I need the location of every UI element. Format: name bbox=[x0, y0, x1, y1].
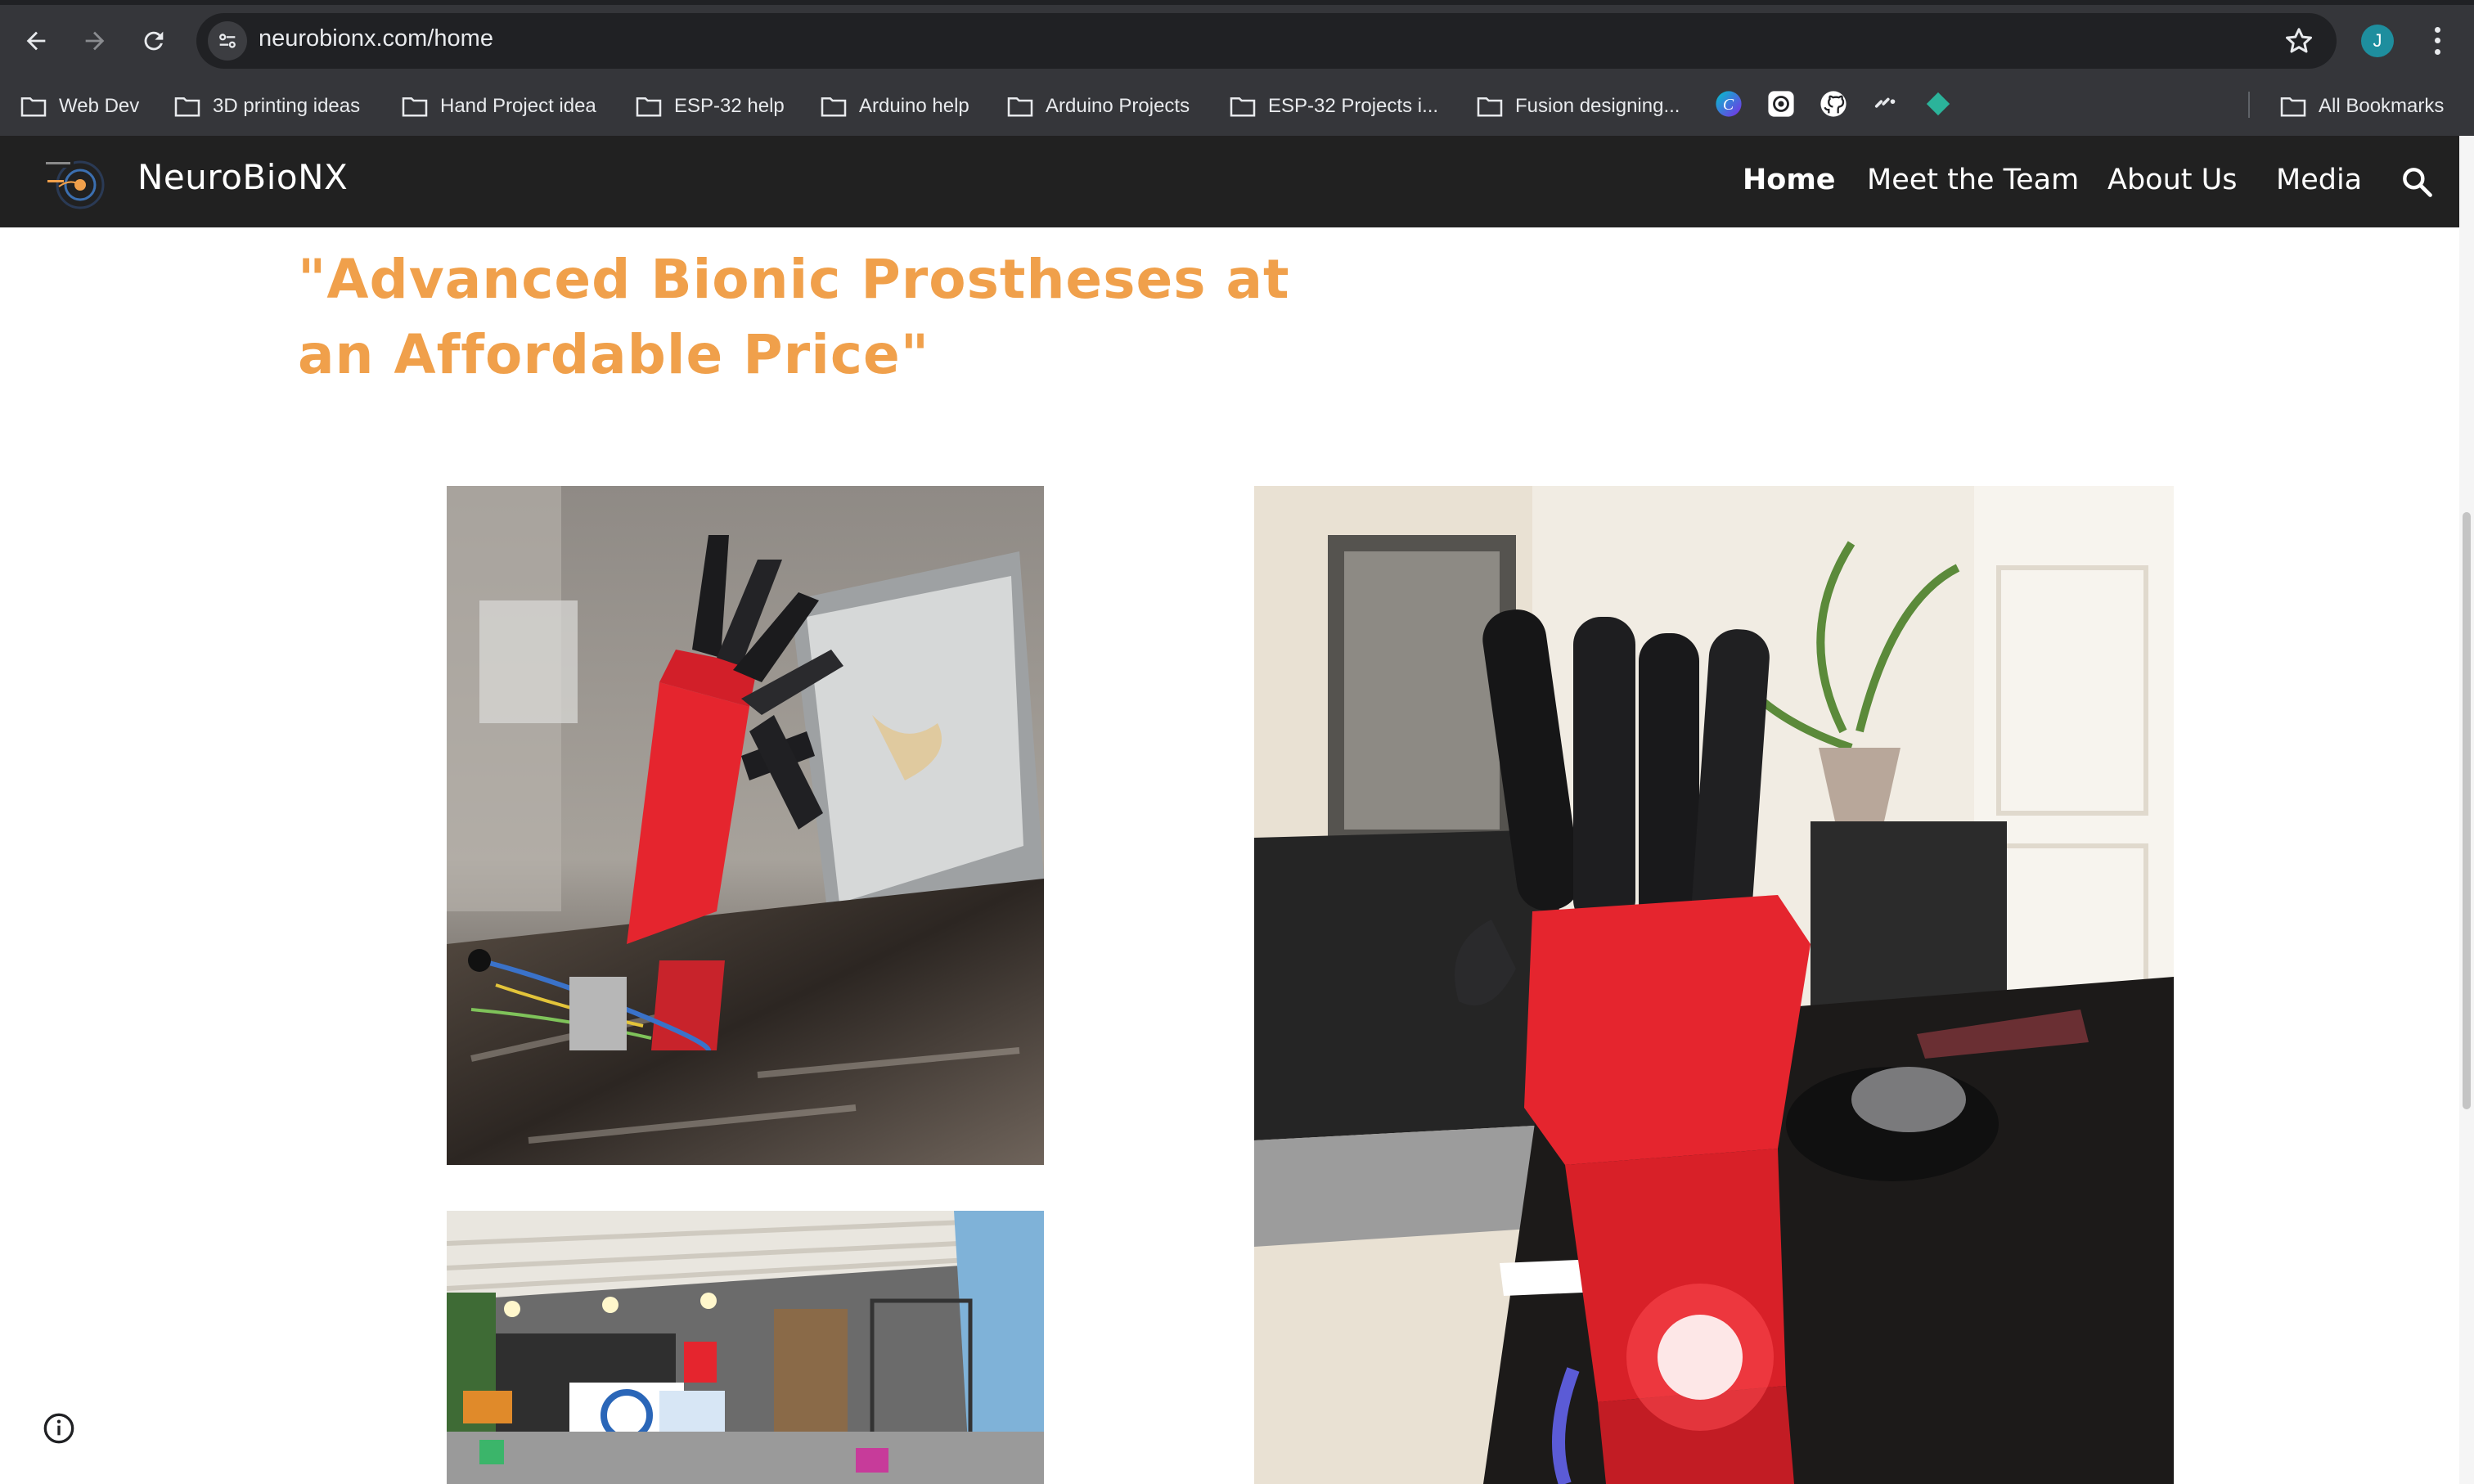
bookmark-folder[interactable]: Web Dev bbox=[20, 92, 139, 121]
reload-button[interactable] bbox=[131, 18, 177, 64]
tune-icon bbox=[219, 34, 236, 48]
prosthetic-hand-photo-workbench bbox=[447, 486, 1044, 1165]
nav-about-us[interactable]: About Us bbox=[2107, 164, 2237, 196]
bookmark-folder[interactable]: 3D printing ideas bbox=[173, 92, 360, 121]
bookmark-folder[interactable]: ESP-32 help bbox=[635, 92, 785, 121]
nav-home[interactable]: Home bbox=[1743, 164, 1836, 196]
kebab-menu-icon[interactable] bbox=[2425, 25, 2449, 57]
star-icon[interactable] bbox=[2283, 25, 2315, 57]
site-header: NeuroBioNX Home Meet the Team About Us M… bbox=[0, 136, 2459, 227]
profile-avatar[interactable]: J bbox=[2361, 25, 2394, 57]
all-bookmarks-folder[interactable]: All Bookmarks bbox=[2279, 92, 2444, 121]
bookmark-folder[interactable]: Fusion designing... bbox=[1476, 92, 1680, 121]
folder-icon bbox=[174, 97, 200, 117]
neurobionx-logo[interactable] bbox=[43, 154, 111, 211]
reload-icon bbox=[144, 31, 164, 51]
back-arrow-icon bbox=[26, 31, 46, 51]
bookmark-folder[interactable]: Arduino Projects bbox=[1006, 92, 1190, 121]
folder-icon bbox=[1477, 97, 1503, 117]
github-icon[interactable] bbox=[1820, 90, 1847, 118]
bookmark-folder[interactable]: ESP-32 Projects i... bbox=[1229, 92, 1438, 121]
diamond-icon[interactable] bbox=[1924, 90, 1952, 118]
scrollbar-thumb[interactable] bbox=[2463, 512, 2471, 1109]
bookmark-folder[interactable]: Hand Project idea bbox=[401, 92, 596, 121]
workshop-photo bbox=[447, 1211, 1044, 1484]
site-info-button[interactable] bbox=[208, 21, 247, 61]
forward-button[interactable] bbox=[72, 18, 118, 64]
folder-icon bbox=[1007, 97, 1033, 117]
hero-headline: "Advanced Bionic Prostheses at an Afford… bbox=[298, 248, 1290, 386]
page-scrollbar[interactable] bbox=[2459, 136, 2474, 1484]
folder-icon bbox=[1230, 97, 1256, 117]
bookmark-folder[interactable]: Arduino help bbox=[820, 92, 969, 121]
site-brand[interactable]: NeuroBioNX bbox=[137, 157, 348, 197]
folder-icon bbox=[821, 97, 847, 117]
canva-icon[interactable]: C bbox=[1715, 90, 1743, 118]
folder-icon bbox=[402, 97, 428, 117]
url-text[interactable]: neurobionx.com/home bbox=[259, 25, 493, 52]
openai-icon[interactable] bbox=[1767, 90, 1795, 118]
forward-arrow-icon bbox=[85, 31, 105, 51]
folder-icon bbox=[20, 97, 47, 117]
back-button[interactable] bbox=[13, 18, 59, 64]
nav-meet-the-team[interactable]: Meet the Team bbox=[1867, 164, 2079, 196]
nav-media[interactable]: Media bbox=[2276, 164, 2362, 196]
bookmarks-separator bbox=[2248, 92, 2250, 118]
tab-strip-edge bbox=[0, 0, 2474, 5]
folder-icon bbox=[636, 97, 662, 117]
svg-text:C: C bbox=[1723, 96, 1734, 114]
info-icon[interactable] bbox=[43, 1412, 75, 1445]
search-icon[interactable] bbox=[2399, 164, 2435, 200]
folder-icon bbox=[2280, 97, 2306, 117]
address-bar[interactable]: neurobionx.com/home bbox=[196, 13, 2337, 69]
prosthetic-hand-photo-desk-lit bbox=[1254, 486, 2174, 1484]
link-icon[interactable] bbox=[1872, 90, 1900, 118]
